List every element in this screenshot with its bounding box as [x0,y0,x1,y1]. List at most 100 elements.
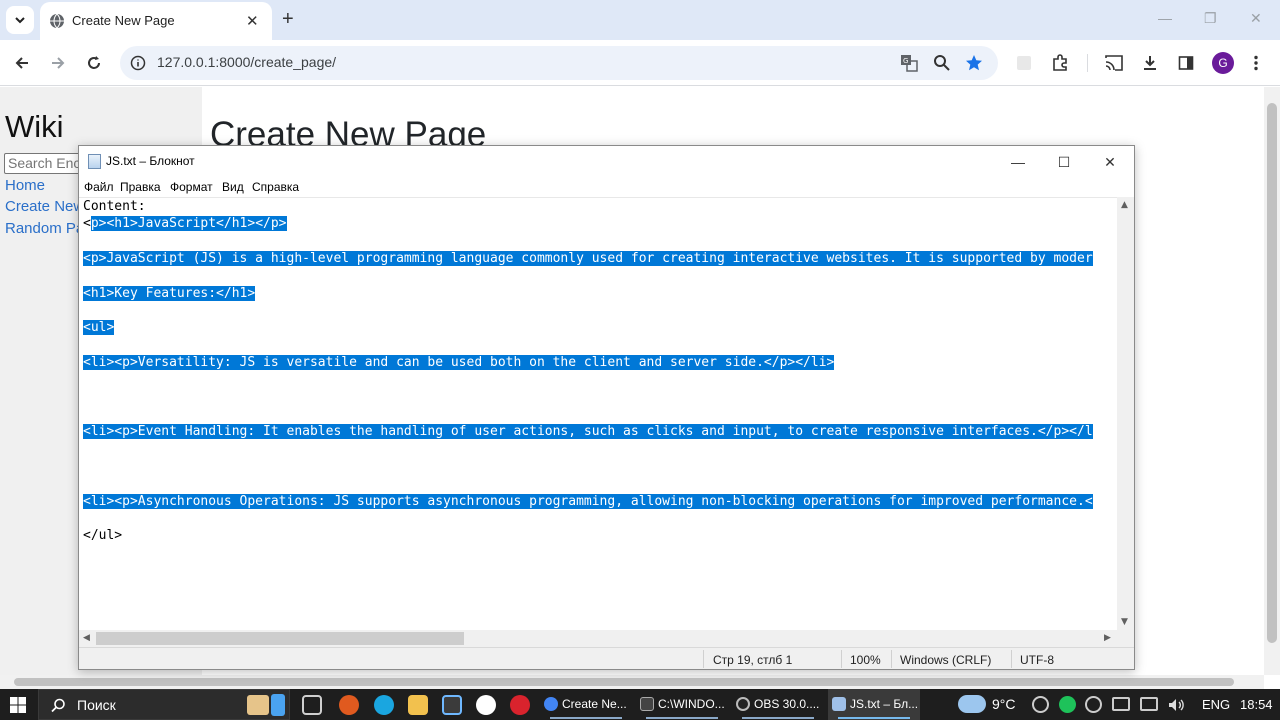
back-arrow-icon[interactable] [12,53,32,73]
tray-network-icon[interactable] [1112,697,1130,711]
text-line: </ul> [83,528,123,543]
translate-icon[interactable]: G [900,54,918,72]
tab-close-icon[interactable]: ✕ [246,12,259,30]
notepad-maximize-icon[interactable]: ☐ [1041,150,1087,174]
address-bar[interactable]: 127.0.0.1:8000/create_page/ G [120,46,998,80]
scroll-up-icon[interactable]: ▲ [1121,200,1128,210]
menu-format[interactable]: Формат [170,180,213,194]
cast-icon[interactable] [1104,53,1124,73]
menu-file[interactable]: Файл [84,180,114,194]
search-highlight-icon [247,695,269,715]
tab-search-button[interactable] [6,6,34,34]
windows-taskbar: Поиск Create Ne... C:\WINDO... OBS 30.0.… [0,689,1280,720]
status-separator [1011,650,1012,668]
weather-temperature[interactable]: 9°C [992,696,1016,712]
tray-app-icon[interactable] [1032,696,1049,713]
tray-display-icon[interactable] [1140,697,1158,711]
browser-restore-icon[interactable]: ❐ [1204,10,1217,27]
site-info-icon[interactable] [130,55,146,71]
text-line: <h1>Key Features:</h1> [83,286,256,301]
notepad-menu-bar: Файл Правка Формат Вид Справка [79,177,1134,197]
extension-placeholder-icon[interactable] [1014,53,1034,73]
browser-minimize-icon[interactable]: — [1158,10,1172,26]
svg-text:G: G [903,57,908,65]
active-window-indicator [742,717,814,719]
status-separator [891,650,892,668]
weather-cloud-icon[interactable] [958,695,986,713]
notepad-icon [832,697,846,711]
notepad-close-icon[interactable]: ✕ [1087,150,1133,174]
notepad-window: JS.txt – Блокнот — ☐ ✕ Файл Правка Форма… [78,145,1135,670]
volume-icon[interactable] [1168,697,1186,711]
status-encoding: UTF-8 [1020,653,1054,667]
notepad-hscroll-thumb[interactable] [96,632,464,645]
scrollbar-corner [1117,630,1134,647]
notepad-title-bar[interactable]: JS.txt – Блокнот — ☐ ✕ [79,146,1134,177]
windows-start-icon[interactable] [10,697,26,713]
input-language[interactable]: ENG [1202,697,1230,712]
text-line-content-label: Content: [83,199,146,214]
menu-view[interactable]: Вид [222,180,244,194]
page-hscroll-thumb[interactable] [14,678,1234,686]
status-separator [703,650,704,668]
forward-arrow-icon[interactable] [48,53,68,73]
zoom-icon[interactable] [933,54,951,72]
notepad-minimize-icon[interactable]: — [995,150,1041,174]
taskbar-search-box[interactable]: Поиск [38,689,290,720]
yandex-browser-icon[interactable] [476,695,496,715]
file-explorer-icon[interactable] [408,695,428,715]
taskbar-window-label: C:\WINDO... [658,697,725,711]
active-window-indicator [550,717,622,719]
browser-tab-strip: Create New Page ✕ + — ❐ ✕ [0,0,1280,40]
taskbar-window-notepad[interactable]: JS.txt – Бл... [828,689,920,720]
browser-close-icon[interactable]: ✕ [1250,10,1262,27]
browser-menu-icon[interactable] [1246,53,1266,73]
extensions-puzzle-icon[interactable] [1050,53,1070,73]
task-view-icon[interactable] [302,695,322,715]
taskbar-window-cmd[interactable]: C:\WINDO... [636,689,728,720]
opera-icon[interactable] [510,695,530,715]
scroll-down-icon[interactable]: ▼ [1121,617,1128,627]
text-line: <li><p>Asynchronous Operations: JS suppo… [83,494,1093,509]
taskbar-window-obs[interactable]: OBS 30.0.... [732,689,824,720]
firefox-icon[interactable] [339,695,359,715]
new-tab-button[interactable]: + [282,8,294,30]
obs-icon [736,697,750,711]
bookmark-star-icon[interactable] [965,54,983,72]
text-line: <p><h1>JavaScript</h1></p> [83,216,287,231]
active-window-indicator [838,717,910,719]
profile-avatar[interactable]: G [1212,52,1234,74]
notepad-title: JS.txt – Блокнот [106,154,195,168]
status-zoom: 100% [850,653,881,667]
notepad-status-bar: Стр 19, стлб 1 100% Windows (CRLF) UTF-8 [79,647,1134,669]
side-panel-icon[interactable] [1176,53,1196,73]
page-horizontal-scrollbar[interactable] [0,675,1264,689]
nav-link-home[interactable]: Home [5,177,45,194]
page-scroll-thumb[interactable] [1267,103,1277,643]
tab-create-new-page[interactable]: Create New Page ✕ [40,2,272,40]
taskbar-window-label: JS.txt – Бл... [850,697,919,711]
reload-icon[interactable] [84,53,104,73]
chevron-down-icon [15,17,25,24]
tray-kaspersky-icon[interactable] [1059,696,1076,713]
edge-icon[interactable] [374,695,394,715]
url-text[interactable]: 127.0.0.1:8000/create_page/ [157,54,336,70]
scroll-right-icon[interactable]: ▶ [1104,633,1111,643]
clock-time[interactable]: 18:54 [1240,697,1273,712]
command-prompt-icon [640,697,654,711]
tray-sync-icon[interactable] [1085,696,1102,713]
microsoft-store-icon[interactable] [442,695,462,715]
scroll-left-icon[interactable]: ◀ [83,633,90,643]
notepad-vertical-scrollbar[interactable]: ▲ ▼ [1117,197,1134,630]
notepad-file-icon [88,154,101,169]
status-separator [841,650,842,668]
notepad-horizontal-scrollbar[interactable]: ◀ ▶ [79,630,1117,647]
menu-edit[interactable]: Правка [120,180,161,194]
menu-help[interactable]: Справка [252,180,299,194]
download-icon[interactable] [1140,53,1160,73]
taskbar-window-label: Create Ne... [562,697,627,711]
page-vertical-scrollbar[interactable] [1264,87,1280,675]
toolbar-separator [1087,54,1088,72]
notepad-text-area[interactable]: Content: <p><h1>JavaScript</h1></p> <p>J… [79,197,1117,630]
taskbar-window-chrome[interactable]: Create Ne... [540,689,632,720]
